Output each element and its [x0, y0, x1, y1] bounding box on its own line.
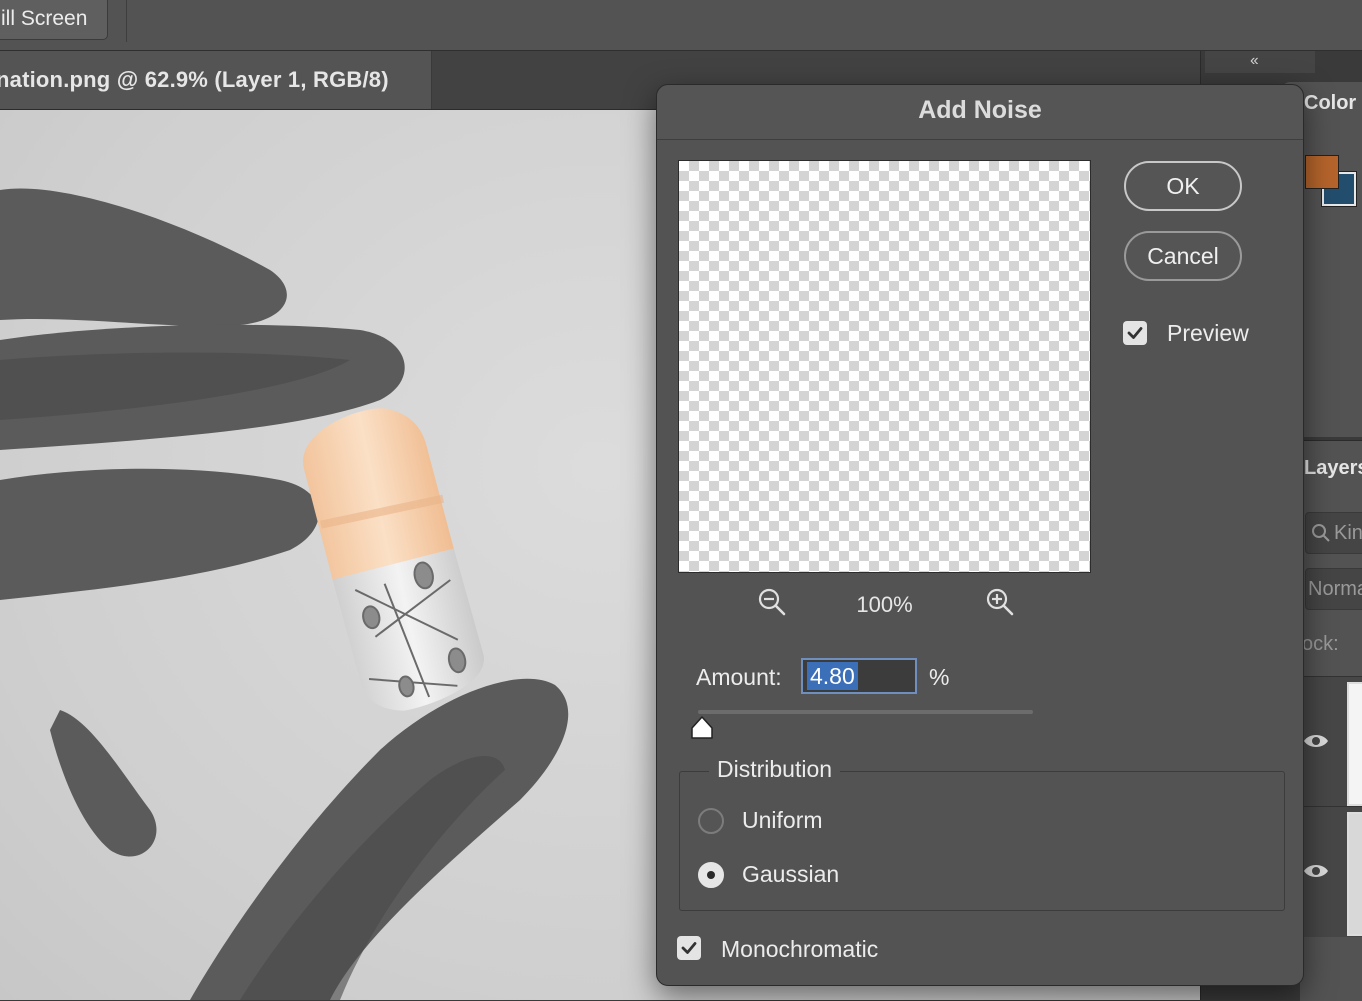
toolbar-divider: [126, 0, 127, 42]
uniform-radio[interactable]: [698, 808, 724, 834]
hand-silhouette: [0, 188, 569, 1000]
monochromatic-label[interactable]: Monochromatic: [721, 936, 878, 963]
cancel-button[interactable]: Cancel: [1124, 231, 1242, 281]
layer-thumbnail: [1347, 682, 1362, 806]
zoom-out-icon[interactable]: [755, 585, 789, 619]
layers-filter-field[interactable]: Kin: [1305, 512, 1362, 554]
visibility-eye-icon[interactable]: [1303, 732, 1329, 750]
color-panel-title[interactable]: Color: [1304, 92, 1356, 115]
add-noise-dialog: Add Noise 100% OK Cancel Preview Amount:…: [656, 84, 1304, 986]
amount-value: 4.80: [807, 662, 858, 690]
gaussian-label[interactable]: Gaussian: [742, 861, 839, 888]
document-tab[interactable]: nation.png @ 62.9% (Layer 1, RGB/8): [0, 51, 432, 109]
visibility-eye-icon[interactable]: [1303, 862, 1329, 880]
distribution-legend: Distribution: [709, 756, 841, 783]
foreground-color-swatch[interactable]: [1305, 155, 1339, 189]
amount-slider-thumb[interactable]: [689, 715, 715, 741]
document-tab-title: nation.png @ 62.9% (Layer 1, RGB/8): [0, 67, 389, 92]
amount-slider-track[interactable]: [698, 710, 1033, 714]
layers-panel-title[interactable]: Layers: [1304, 457, 1362, 480]
checkmark-icon: [1127, 327, 1143, 339]
amount-label: Amount:: [696, 664, 782, 690]
ok-button[interactable]: OK: [1124, 161, 1242, 211]
blend-mode-value: Norma: [1308, 578, 1362, 600]
zoom-level: 100%: [856, 592, 913, 617]
distribution-group: [679, 771, 1285, 911]
layers-filter-placeholder: Kin: [1334, 522, 1362, 544]
filter-preview[interactable]: [678, 160, 1091, 573]
search-icon: [1312, 524, 1330, 542]
layer-thumbnail: [1347, 812, 1362, 936]
lock-label: ock:: [1302, 633, 1339, 655]
amount-input[interactable]: 4.80: [801, 658, 917, 694]
dialog-title: Add Noise: [918, 96, 1042, 124]
preview-checkbox[interactable]: [1123, 321, 1147, 345]
gaussian-radio[interactable]: [698, 862, 724, 888]
zoom-in-icon[interactable]: [983, 585, 1017, 619]
screen-mode-button[interactable]: ill Screen: [0, 0, 108, 40]
panel-collapse-bar[interactable]: [1205, 51, 1315, 73]
monochromatic-checkbox[interactable]: [677, 936, 701, 960]
collapse-panels-icon[interactable]: ‹‹: [1250, 52, 1259, 70]
dialog-titlebar[interactable]: Add Noise: [657, 85, 1303, 140]
uniform-label[interactable]: Uniform: [742, 807, 823, 834]
checkmark-icon: [681, 942, 697, 954]
blend-mode-select[interactable]: Norma: [1305, 568, 1362, 610]
capsule: [303, 408, 484, 711]
preview-label[interactable]: Preview: [1167, 320, 1249, 347]
amount-unit: %: [929, 664, 950, 690]
options-bar: ill Screen: [0, 0, 1362, 51]
